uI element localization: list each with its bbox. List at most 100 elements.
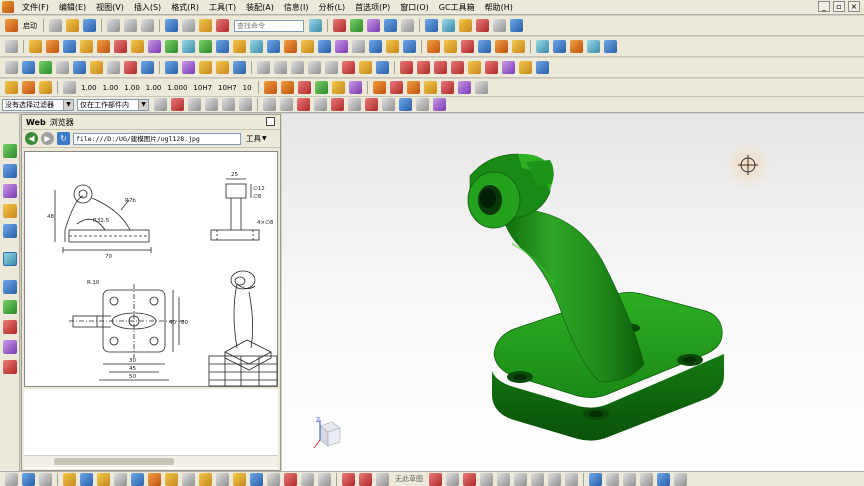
- suppress-feature-icon[interactable]: [107, 61, 120, 74]
- unsuppress-feature-icon[interactable]: [124, 61, 137, 74]
- block-icon[interactable]: [63, 40, 76, 53]
- sweep-icon[interactable]: [427, 40, 440, 53]
- shaded-icon[interactable]: [493, 19, 506, 32]
- region-icon[interactable]: [280, 81, 294, 94]
- menu-help[interactable]: 帮助(H): [480, 2, 518, 13]
- spline-icon[interactable]: [434, 61, 447, 74]
- texture-icon[interactable]: [440, 81, 454, 94]
- menu-gc-toolkit[interactable]: GC工具箱: [434, 2, 480, 13]
- playback-icon[interactable]: [141, 61, 154, 74]
- draft-icon[interactable]: [301, 40, 314, 53]
- sketch-palette-icon[interactable]: [376, 472, 389, 486]
- detail-view-icon[interactable]: [331, 81, 345, 94]
- dim-format-1[interactable]: 1.00: [81, 84, 97, 92]
- undo-icon[interactable]: [165, 19, 178, 32]
- selection-scope-dropdown[interactable]: 仅在工作部件内 ▼: [77, 98, 149, 111]
- sketch-ellipse-icon[interactable]: [497, 472, 510, 486]
- csys-display-icon[interactable]: [5, 61, 18, 74]
- orient-view-icon[interactable]: [39, 472, 52, 486]
- chevron-down-icon[interactable]: ▼: [262, 135, 267, 142]
- body-filter-icon[interactable]: [205, 98, 218, 111]
- panel-close-icon[interactable]: [266, 117, 275, 126]
- menu-edit[interactable]: 编辑(E): [54, 2, 91, 13]
- hole-icon[interactable]: [131, 40, 144, 53]
- dim-format-5[interactable]: 1.000: [167, 84, 187, 92]
- snap-curve-icon[interactable]: [399, 98, 412, 111]
- start-icon[interactable]: [5, 19, 18, 32]
- selection-filter-dropdown[interactable]: 没有选择过滤器 ▼: [2, 98, 74, 111]
- pattern-sketch-icon[interactable]: [233, 472, 246, 486]
- arc-icon[interactable]: [417, 61, 430, 74]
- weld-symbol-icon[interactable]: [291, 61, 304, 74]
- extend-curve-icon[interactable]: [468, 61, 481, 74]
- chamfer-sketch-icon[interactable]: [148, 472, 161, 486]
- web-tools-menu[interactable]: 工具: [246, 133, 261, 144]
- rib-icon[interactable]: [495, 40, 508, 53]
- sketch-dim-icon[interactable]: [565, 472, 578, 486]
- sketch-conic-icon[interactable]: [548, 472, 561, 486]
- horizontal-scrollbar[interactable]: [24, 455, 278, 467]
- studio-icon[interactable]: [457, 81, 471, 94]
- sketch-icon[interactable]: [5, 40, 18, 53]
- datum-label-icon[interactable]: [376, 61, 389, 74]
- snap-quadrant-icon[interactable]: [348, 98, 361, 111]
- web-browser-icon[interactable]: [2, 252, 17, 266]
- url-field[interactable]: file:///D:/UG/建模图片/ugl128.jpg: [73, 132, 241, 145]
- dim-format-7[interactable]: 10H7: [218, 84, 237, 92]
- polygon-icon[interactable]: [97, 472, 110, 486]
- intersect-curve-icon[interactable]: [536, 61, 549, 74]
- make-corner-icon[interactable]: [301, 472, 314, 486]
- sketch-rect-icon[interactable]: [514, 472, 527, 486]
- menu-file[interactable]: 文件(F): [17, 2, 54, 13]
- restore-button[interactable]: ▫: [833, 1, 845, 12]
- menu-preferences[interactable]: 首选项(P): [350, 2, 395, 13]
- table-icon[interactable]: [325, 61, 338, 74]
- pad-icon[interactable]: [182, 40, 195, 53]
- triangle-icon[interactable]: [257, 61, 270, 74]
- cone-icon[interactable]: [97, 40, 110, 53]
- snap-endpoint-icon[interactable]: [263, 98, 276, 111]
- graphics-viewport[interactable]: Z: [282, 114, 864, 471]
- move-object-icon[interactable]: [350, 19, 363, 32]
- edge-filter-icon[interactable]: [239, 98, 252, 111]
- subtract-icon[interactable]: [216, 40, 229, 53]
- close-button[interactable]: ×: [848, 1, 860, 12]
- touch-mode-icon[interactable]: [309, 19, 322, 32]
- gdt-icon[interactable]: [359, 61, 372, 74]
- edit-parameters-icon[interactable]: [22, 61, 35, 74]
- inferred-dimension-icon[interactable]: [5, 81, 18, 94]
- snap-pole-icon[interactable]: [433, 98, 446, 111]
- sketch-animate-icon[interactable]: [640, 472, 653, 486]
- scrollbar-thumb[interactable]: [54, 458, 174, 465]
- sketch-circle-icon[interactable]: [480, 472, 493, 486]
- reuse-library-icon[interactable]: [2, 204, 17, 218]
- revolve-icon[interactable]: [46, 40, 59, 53]
- snap-face-icon[interactable]: [416, 98, 429, 111]
- dimension-icon[interactable]: [199, 61, 212, 74]
- datum-plane-icon[interactable]: [536, 40, 549, 53]
- tube-icon[interactable]: [444, 40, 457, 53]
- section-view-icon[interactable]: [297, 81, 311, 94]
- snap-existing-icon[interactable]: [382, 98, 395, 111]
- trim-body-icon[interactable]: [318, 40, 331, 53]
- repeat-command-icon[interactable]: [199, 19, 212, 32]
- wireframe-icon[interactable]: [474, 81, 488, 94]
- curve-icon[interactable]: [604, 40, 617, 53]
- sketch-reattach-icon[interactable]: [657, 472, 670, 486]
- sphere-icon[interactable]: [114, 40, 127, 53]
- menu-info[interactable]: 信息(I): [279, 2, 314, 13]
- save-icon[interactable]: [83, 19, 96, 32]
- sketch-curve-icon[interactable]: [446, 472, 459, 486]
- replace-feature-icon[interactable]: [90, 61, 103, 74]
- edit-position-icon[interactable]: [39, 61, 52, 74]
- hd3d-tools-icon[interactable]: [2, 224, 17, 238]
- background-icon[interactable]: [510, 19, 523, 32]
- auto-constrain-icon[interactable]: [342, 472, 355, 486]
- dimension-style-icon[interactable]: [63, 81, 76, 94]
- history-icon[interactable]: [2, 280, 17, 294]
- forward-icon[interactable]: ▶: [41, 132, 54, 145]
- pattern-icon[interactable]: [369, 40, 382, 53]
- swept-icon[interactable]: [478, 40, 491, 53]
- back-icon[interactable]: ◀: [25, 132, 38, 145]
- face-filter-icon[interactable]: [222, 98, 235, 111]
